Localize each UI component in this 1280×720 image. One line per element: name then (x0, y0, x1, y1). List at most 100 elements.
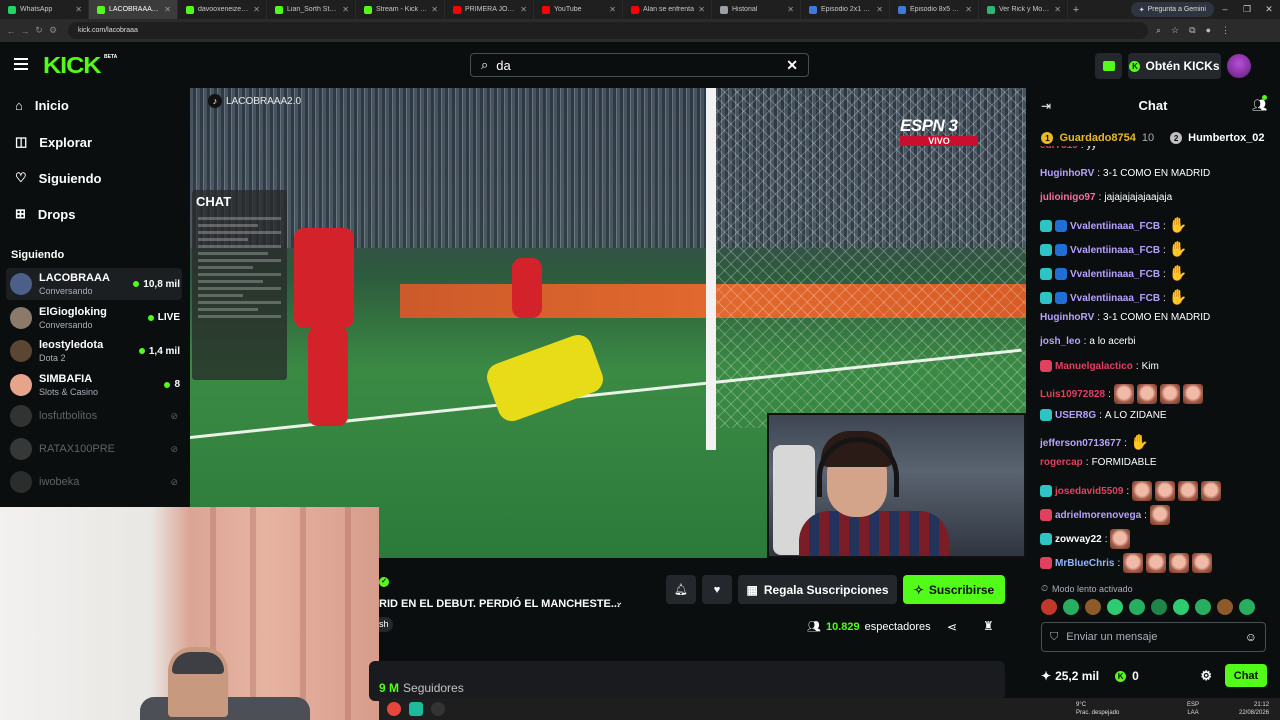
zoom-icon[interactable]: ⌕ (1156, 25, 1161, 36)
gear-icon[interactable]: ⚙ (1200, 668, 1212, 684)
report-icon[interactable]: ♜ (983, 619, 994, 633)
nav-drops[interactable]: ⊞ Drops (15, 206, 75, 222)
kicks-balance[interactable]: 0 (1132, 669, 1139, 683)
chat-message-input[interactable] (1066, 631, 1237, 643)
tab-close-icon[interactable]: ✕ (164, 5, 171, 14)
sidebar-channel-leostyledota[interactable]: leostyledota Dota 2 1,4 mil (6, 335, 182, 367)
browser-tab[interactable]: Episodio 8x5 "Rick ✕ (890, 0, 979, 19)
chat-username[interactable]: Vvalentiinaaa_FCB (1070, 269, 1160, 280)
quick-emote-icon[interactable] (1217, 599, 1233, 615)
browser-tab[interactable]: WhatsApp ✕ (0, 0, 89, 19)
chat-users-icon[interactable]: 👥︎ (1252, 98, 1267, 112)
close-window-icon[interactable]: ✕ (1258, 0, 1280, 19)
maximize-icon[interactable]: ❐ (1236, 0, 1258, 19)
stream-tag[interactable]: sh (379, 617, 393, 632)
browser-tab[interactable]: Alan se enfrenta ✕ (623, 0, 712, 19)
chat-username[interactable]: julioinigo97 (1040, 192, 1096, 203)
sidebar-channel-ratax100pre[interactable]: RATAX100PRE ⊘ (6, 433, 182, 465)
new-tab-button[interactable]: + (1068, 4, 1084, 16)
sidebar-channel-lacobraaa[interactable]: LACOBRAAA Conversando 10,8 mil (6, 268, 182, 300)
tab-close-icon[interactable]: ✕ (698, 5, 705, 14)
site-info-icon[interactable]: ⚙ (46, 25, 60, 36)
quick-emote-icon[interactable] (1041, 599, 1057, 615)
tab-close-icon[interactable]: ✕ (787, 5, 794, 14)
browser-tab[interactable]: PRIMERA JORNADA ✕ (445, 0, 534, 19)
taskbar-language[interactable]: ESP LAA (1187, 701, 1199, 717)
tab-close-icon[interactable]: ✕ (342, 5, 349, 14)
browser-tab[interactable]: Lian_Sorth Stream ✕ (267, 0, 356, 19)
tab-close-icon[interactable]: ✕ (431, 5, 438, 14)
app-taskbar-icon[interactable] (409, 702, 423, 716)
tab-close-icon[interactable]: ✕ (876, 5, 883, 14)
quick-emote-icon[interactable] (1063, 599, 1079, 615)
obs-taskbar-icon[interactable] (431, 702, 445, 716)
tab-close-icon[interactable]: ✕ (965, 5, 972, 14)
browser-tab[interactable]: LACOBRAAA Stream ✕ (89, 0, 178, 19)
tab-close-icon[interactable]: ✕ (520, 5, 527, 14)
chat-username[interactable]: Vvalentiinaaa_FCB (1070, 221, 1160, 232)
user-avatar[interactable] (1227, 54, 1251, 78)
extensions-icon[interactable]: ⧉ (1189, 25, 1195, 36)
quick-emote-icon[interactable] (1173, 599, 1189, 615)
hamburger-menu-icon[interactable] (14, 58, 28, 70)
video-player[interactable]: ♪ LACOBRAAA2.0 ESPN 3 VIVO CHAT (190, 88, 1026, 558)
taskbar-weather[interactable]: 9°C Prac. despejado (1076, 701, 1119, 717)
browser-tab[interactable]: Episodio 2x1 "Loki"✕ (801, 0, 890, 19)
browser-tab[interactable]: davooxeneize Stream ✕ (178, 0, 267, 19)
quick-emote-icon[interactable] (1085, 599, 1101, 615)
chat-username[interactable]: jefferson0713677 (1040, 438, 1121, 449)
get-kicks-button[interactable]: K Obtén KICKs (1128, 53, 1221, 79)
quick-emote-icon[interactable] (1129, 599, 1145, 615)
profile-icon[interactable]: ● (1206, 25, 1211, 36)
clear-search-icon[interactable]: ✕ (786, 57, 798, 74)
reload-icon[interactable]: ↻ (32, 25, 46, 36)
menu-icon[interactable]: ⋮ (1221, 25, 1230, 36)
chat-username[interactable]: Luis10972828 (1040, 389, 1105, 400)
leaderboard-name[interactable]: Guardado8754 (1059, 132, 1135, 144)
chat-username[interactable]: Manuelgalactico (1055, 361, 1133, 372)
back-icon[interactable]: ← (4, 26, 18, 36)
sidebar-channel-losfutbolitos[interactable]: losfutbolitos ⊘ (6, 400, 182, 432)
chat-username[interactable]: adrielmorenovega (1055, 510, 1141, 521)
chat-username[interactable]: josh_leo (1040, 336, 1081, 347)
sidebar-channel-simbafia[interactable]: SIMBAFIA Slots & Casino 8 (6, 369, 182, 401)
chat-username[interactable]: MrBlueChris (1055, 558, 1114, 569)
quick-emote-icon[interactable] (1107, 599, 1123, 615)
tab-close-icon[interactable]: ✕ (1054, 5, 1061, 14)
browser-tab[interactable]: YouTube ✕ (534, 0, 623, 19)
chat-username[interactable]: HuginhoRV (1040, 168, 1094, 179)
nav-siguiendo[interactable]: ♡ Siguiendo (15, 170, 102, 186)
share-icon[interactable]: ⋖ (947, 620, 957, 634)
taskbar-clock[interactable]: 21:12 22/08/2026 (1239, 701, 1269, 717)
notifications-button[interactable]: 🔔︎ (666, 575, 696, 604)
browser-tab[interactable]: Historial ✕ (712, 0, 801, 19)
tab-close-icon[interactable]: ✕ (75, 5, 82, 14)
quick-emote-icon[interactable] (1151, 599, 1167, 615)
chevron-down-icon[interactable]: ⌄ (615, 597, 623, 608)
dashboard-button[interactable] (1095, 53, 1122, 79)
send-chat-button[interactable]: Chat (1225, 664, 1267, 687)
channel-points[interactable]: 25,2 mil (1055, 669, 1099, 683)
url-field[interactable]: kick.com/lacobraaa (68, 22, 1148, 39)
chat-username[interactable]: Vvalentiinaaa_FCB (1070, 245, 1160, 256)
chat-username[interactable]: edr7519 (1040, 146, 1078, 151)
minimize-icon[interactable]: – (1214, 0, 1236, 19)
sidebar-channel-elgiogloking[interactable]: ElGiogloking Conversando LIVE (6, 302, 182, 334)
chat-username[interactable]: josedavid5509 (1055, 486, 1123, 497)
chat-username[interactable]: rogercap (1040, 457, 1083, 468)
gift-subs-button[interactable]: ▦ Regala Suscripciones (738, 575, 897, 604)
kick-logo[interactable]: KICK (43, 52, 102, 79)
quick-emote-icon[interactable] (1239, 599, 1255, 615)
nav-explorar[interactable]: ◫ Explorar (15, 134, 92, 150)
search-box[interactable]: ⌕ ✕ (470, 53, 809, 77)
chat-username[interactable]: Vvalentiinaaa_FCB (1070, 293, 1160, 304)
browser-tab[interactable]: Stream - Kick Dashb ✕ (356, 0, 445, 19)
chrome-taskbar-icon[interactable] (387, 702, 401, 716)
chat-input-box[interactable]: ⛉ ☺ (1041, 622, 1266, 652)
browser-tab[interactable]: Ver Rick y Morty 8x ✕ (979, 0, 1068, 19)
gemini-button[interactable]: ✦ Pregunta a Gemini (1130, 2, 1214, 17)
tab-close-icon[interactable]: ✕ (609, 5, 616, 14)
leaderboard-name[interactable]: Humbertox_02 (1188, 132, 1264, 144)
emoji-icon[interactable]: ☺ (1245, 630, 1257, 644)
forward-icon[interactable]: → (18, 26, 32, 36)
